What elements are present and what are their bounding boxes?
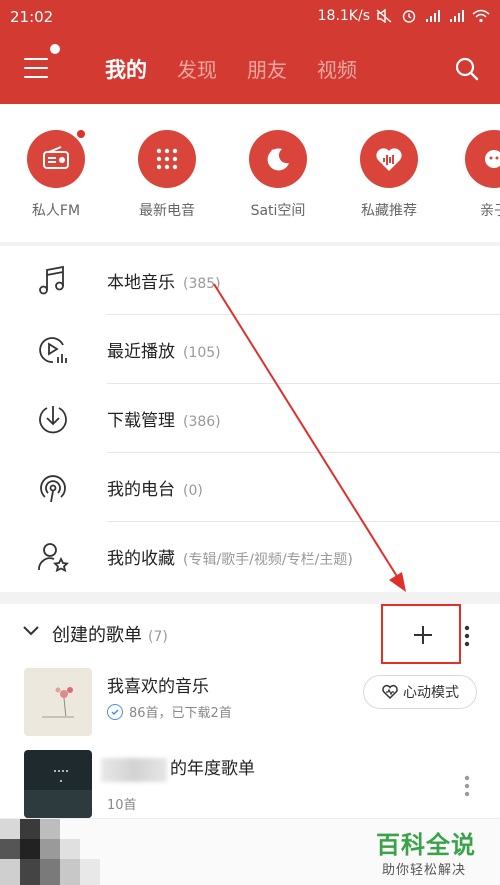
menu-count: (105)	[183, 345, 221, 361]
status-bar: 21:02 18.1K/s	[0, 0, 500, 34]
moon-icon	[267, 148, 289, 171]
shortcut-label: 最新电音	[139, 203, 195, 219]
menu-label: 我的收藏	[107, 549, 175, 569]
watermark-subtitle: 助你轻松解决	[382, 863, 467, 878]
shortcut-personal-fm[interactable]: 私人FM	[6, 128, 106, 220]
menu-label: 本地音乐	[107, 273, 175, 293]
status-icons: 18.1K/s	[318, 8, 490, 24]
playlist-item-liked[interactable]: 我喜欢的音乐 86首，已下载2首 心动模式	[0, 662, 500, 744]
more-options-icon[interactable]	[460, 624, 474, 648]
wifi-icon	[472, 9, 490, 23]
heart-wave-icon	[376, 148, 402, 171]
menu-item-my-collection[interactable]: 我的收藏 (专辑/歌手/视频/专栏/主题)	[0, 522, 500, 591]
menu-label: 我的电台	[107, 480, 175, 500]
menu-count: (0)	[183, 483, 203, 499]
menu-item-recent-play[interactable]: 最近播放 (105)	[0, 315, 500, 384]
radio-icon	[43, 146, 69, 169]
my-music-menu: 本地音乐 (385) 最近播放 (105) 下载管理 (386) 我的电台 (0) 我的…	[0, 246, 500, 591]
playlist-cover	[24, 750, 92, 818]
created-playlists-header: 创建的歌单 (7)	[0, 604, 500, 664]
tab-discover[interactable]: 发现	[177, 54, 217, 84]
download-icon	[39, 406, 67, 434]
menu-item-local-music[interactable]: 本地音乐 (385)	[0, 246, 500, 315]
notification-dot	[50, 44, 60, 54]
tab-friends[interactable]: 朋友	[247, 54, 287, 84]
bottom-player-bar: 百科全说 助你轻松解决	[0, 818, 500, 885]
search-icon[interactable]	[454, 56, 480, 82]
playlist-subtitle: 10首	[107, 798, 137, 813]
mute-icon	[376, 9, 392, 23]
playlist-subtitle: 86首，已下载2首	[129, 706, 232, 721]
downloaded-check-icon	[107, 704, 123, 720]
watermark-title: 百科全说	[376, 831, 476, 859]
menu-count: (385)	[183, 276, 221, 292]
shortcut-label: 私人FM	[31, 203, 81, 219]
keypad-icon	[156, 148, 178, 170]
shortcut-new-electronic[interactable]: 最新电音	[117, 130, 217, 220]
signal-icon	[450, 10, 464, 22]
signal-icon	[426, 10, 440, 22]
shortcut-label: 亲子	[480, 203, 500, 219]
heartbeat-mode-label: 心动模式	[403, 685, 459, 701]
top-tabs: 我的 发现 朋友 视频	[105, 54, 357, 84]
menu-count: (386)	[183, 414, 221, 430]
playlist-meta: 86首，已下载2首	[107, 702, 232, 721]
heart-icon	[382, 684, 398, 700]
playlist-name: 的年度歌单	[170, 759, 255, 779]
more-options-icon[interactable]	[460, 774, 474, 798]
shortcut-label: Sati空间	[250, 203, 306, 219]
section-count: (7)	[148, 629, 168, 645]
shortcut-label: 私藏推荐	[361, 203, 417, 219]
menu-count: (专辑/歌手/视频/专栏/主题)	[183, 552, 353, 568]
collection-icon	[38, 543, 69, 573]
network-speed: 18.1K/s	[317, 8, 370, 24]
heartbeat-mode-button[interactable]: 心动模式	[363, 675, 477, 709]
tab-video[interactable]: 视频	[317, 54, 357, 84]
mosaic-overlay	[0, 819, 100, 885]
plus-icon	[414, 626, 432, 644]
menu-icon[interactable]	[24, 58, 48, 78]
chevron-down-icon[interactable]	[22, 624, 40, 638]
recent-play-icon	[39, 337, 67, 363]
menu-item-my-radio[interactable]: 我的电台 (0)	[0, 453, 500, 522]
tab-mine[interactable]: 我的	[105, 54, 147, 84]
alarm-icon	[402, 10, 416, 23]
podcast-icon	[40, 475, 66, 503]
music-note-icon	[39, 265, 64, 295]
add-playlist-button[interactable]	[381, 604, 461, 664]
status-time: 21:02	[10, 8, 54, 26]
divider	[0, 592, 500, 604]
shortcut-sati-space[interactable]: Sati空间	[228, 130, 328, 220]
section-title: 创建的歌单	[52, 625, 142, 646]
app-bar: 我的 发现 朋友 视频	[0, 34, 500, 104]
playlist-item-annual[interactable]: 的年度歌单 10首	[0, 744, 500, 826]
menu-label: 下载管理	[107, 411, 175, 431]
shortcut-kids[interactable]: 亲子	[444, 130, 500, 220]
kids-icon	[485, 150, 500, 168]
new-badge	[75, 128, 87, 140]
menu-item-download-manager[interactable]: 下载管理 (386)	[0, 384, 500, 453]
shortcut-row: 私人FM 最新电音 Sati空间 私藏推荐 亲子	[0, 104, 500, 242]
playlist-name: 我喜欢的音乐	[107, 677, 209, 697]
menu-label: 最近播放	[107, 342, 175, 362]
blurred-username	[101, 758, 167, 782]
playlist-cover	[24, 668, 92, 736]
shortcut-hidden-picks[interactable]: 私藏推荐	[339, 130, 439, 220]
